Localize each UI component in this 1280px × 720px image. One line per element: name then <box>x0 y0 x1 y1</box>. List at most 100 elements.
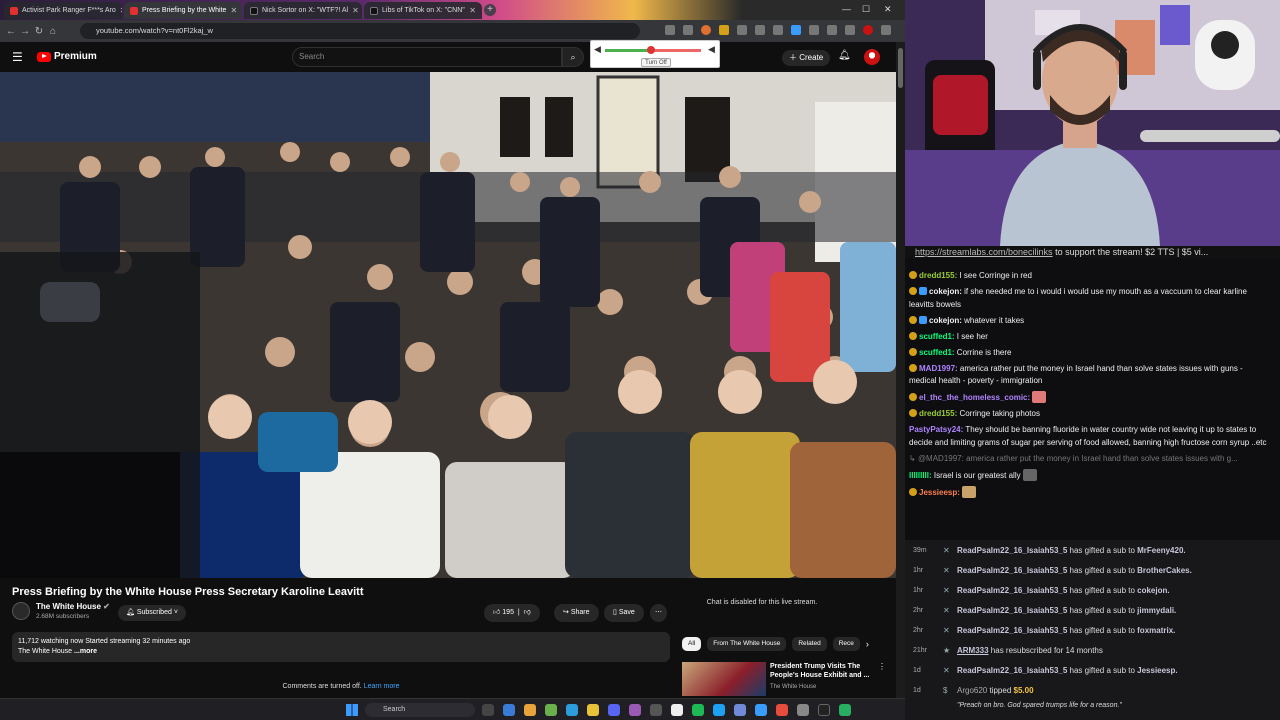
speaker-mute-icon[interactable]: ◀ <box>594 44 601 55</box>
close-window-icon[interactable]: ✕ <box>884 4 892 15</box>
share-label: Share <box>570 609 590 616</box>
close-icon[interactable]: ✕ <box>120 6 122 15</box>
more-vert-icon[interactable]: ⋮ <box>878 662 886 671</box>
app-icon[interactable] <box>713 704 725 716</box>
forward-icon[interactable]: → <box>18 26 32 37</box>
page-scrollbar[interactable] <box>896 42 905 702</box>
reload-icon[interactable]: ↻ <box>32 26 46 37</box>
chat-overlay: dredd155: I see Corringe in red cokejon:… <box>905 260 1280 538</box>
extension-icon[interactable] <box>701 25 711 35</box>
extension-icon[interactable] <box>809 25 819 35</box>
channel-name-text: The White House <box>36 602 101 611</box>
related-video-title[interactable]: President Trump Visits The People's Hous… <box>770 662 880 680</box>
app-icon[interactable] <box>545 704 557 716</box>
app-icon[interactable] <box>776 704 788 716</box>
ticker-link[interactable]: https://streamlabs.com/bonecilinks <box>915 247 1053 257</box>
chip-all[interactable]: All <box>682 637 702 651</box>
gift-icon: ✕ <box>943 566 950 575</box>
download-icon[interactable] <box>845 25 855 35</box>
volume-slider-handle[interactable] <box>647 46 655 54</box>
chip-recent[interactable]: Rece <box>832 637 860 651</box>
extension-icon[interactable] <box>719 25 729 35</box>
app-icon[interactable] <box>839 704 851 716</box>
star-icon[interactable] <box>683 25 693 35</box>
profile-icon[interactable] <box>863 25 873 35</box>
discord-icon[interactable] <box>608 704 620 716</box>
browser-tab-active[interactable]: Press Briefing by the White ✕ <box>124 2 242 19</box>
activity-action: has gifted a sub to <box>1067 666 1138 675</box>
task-view-icon[interactable] <box>482 704 494 716</box>
bell-icon[interactable]: 🔔︎ <box>838 50 851 61</box>
speaker-icon[interactable]: ◀ <box>708 44 715 55</box>
save-button[interactable]: ▯ Save <box>604 604 644 622</box>
more-actions-button[interactable]: ⋯ <box>650 604 667 622</box>
youtube-logo[interactable]: Premium <box>37 51 97 62</box>
browser-tab[interactable]: Libs of TikTok on X: "CNN" ✕ <box>364 2 482 19</box>
spotify-icon[interactable] <box>692 704 704 716</box>
youtube-favicon-icon <box>130 6 138 15</box>
activity-item: 1d $ Argo620 tipped $5.00 "Preach on bro. G… <box>913 681 1280 711</box>
url-field[interactable]: youtube.com/watch?v=nt0Fl2kaj_w <box>80 23 640 39</box>
description-more-link[interactable]: ...more <box>74 648 97 655</box>
related-chips: All From The White House Related Rece › <box>682 637 869 651</box>
chip-related[interactable]: Related <box>792 637 827 651</box>
menu-dots-icon[interactable] <box>881 25 891 35</box>
chat-disabled-notice: Chat is disabled for this live stream. <box>706 599 818 606</box>
search-input[interactable]: Search <box>292 47 562 67</box>
folder-icon[interactable] <box>587 704 599 716</box>
browser-tab[interactable]: Nick Sortor on X: "WTF?! Al ✕ <box>244 2 362 19</box>
taskbar-search[interactable]: Search <box>365 703 475 717</box>
subscribed-button[interactable]: 🔔︎ Subscribed ˅ <box>118 605 186 621</box>
cast-icon[interactable] <box>665 25 675 35</box>
video-player[interactable] <box>0 72 896 578</box>
thumbs-down-icon: 👎︎ <box>523 609 531 616</box>
related-video[interactable]: President Trump Visits The People's Hous… <box>682 662 892 696</box>
share-button[interactable]: ↪ Share <box>554 604 599 622</box>
app-icon[interactable] <box>629 704 641 716</box>
screen: Activist Park Ranger F***s Aro ✕ Press B… <box>0 0 1280 720</box>
extension-icon[interactable] <box>827 25 837 35</box>
extension-icon[interactable] <box>737 25 747 35</box>
chip-from-channel[interactable]: From The White House <box>707 637 787 651</box>
extension-icon[interactable] <box>791 25 801 35</box>
browser-tab[interactable]: Activist Park Ranger F***s Aro ✕ <box>4 2 122 19</box>
close-icon[interactable]: ✕ <box>230 6 237 15</box>
save-label: Save <box>618 609 635 616</box>
chrome-icon[interactable] <box>524 704 536 716</box>
minimize-icon[interactable]: — <box>842 4 851 14</box>
extensions-icon[interactable] <box>755 25 765 35</box>
create-button[interactable]: ＋ Create <box>782 50 831 66</box>
channel-name[interactable]: The White House ✔ <box>36 602 110 611</box>
edge-icon[interactable] <box>503 704 515 716</box>
gift-icon: ✕ <box>943 606 950 615</box>
hamburger-menu-icon[interactable]: ☰ <box>12 51 23 63</box>
app-icon[interactable] <box>755 704 767 716</box>
scrollbar-thumb[interactable] <box>898 48 903 88</box>
app-icon[interactable] <box>797 704 809 716</box>
gift-icon: ✕ <box>943 666 950 675</box>
app-icon[interactable] <box>566 704 578 716</box>
app-icon[interactable] <box>650 704 662 716</box>
sidebar-icon[interactable] <box>773 25 783 35</box>
app-icon[interactable] <box>671 704 683 716</box>
app-icon[interactable] <box>734 704 746 716</box>
learn-more-link[interactable]: Learn more <box>364 683 400 690</box>
activity-action: has gifted a sub to <box>1067 626 1138 635</box>
windows-start-icon[interactable] <box>346 704 358 716</box>
app-icon[interactable] <box>818 704 830 716</box>
description-box[interactable]: 11,712 watching now Started streaming 32… <box>12 632 670 662</box>
new-tab-button[interactable]: + <box>484 4 496 16</box>
turn-off-button[interactable]: Turn Off <box>641 58 671 67</box>
close-icon[interactable]: ✕ <box>469 6 476 15</box>
close-icon[interactable]: ✕ <box>352 6 359 15</box>
bell-icon: 🔔︎ <box>126 609 135 616</box>
maximize-icon[interactable]: ☐ <box>862 4 870 15</box>
channel-avatar[interactable] <box>12 602 30 620</box>
avatar[interactable] <box>864 49 880 65</box>
search-button[interactable]: ⌕ <box>562 47 584 67</box>
chevron-right-icon[interactable]: › <box>866 637 869 651</box>
like-button[interactable]: 👍︎ 195 | 👎︎ <box>484 604 540 622</box>
related-video-thumbnail[interactable] <box>682 662 766 696</box>
home-icon[interactable]: ⌂ <box>46 26 60 37</box>
back-icon[interactable]: ← <box>4 26 18 37</box>
